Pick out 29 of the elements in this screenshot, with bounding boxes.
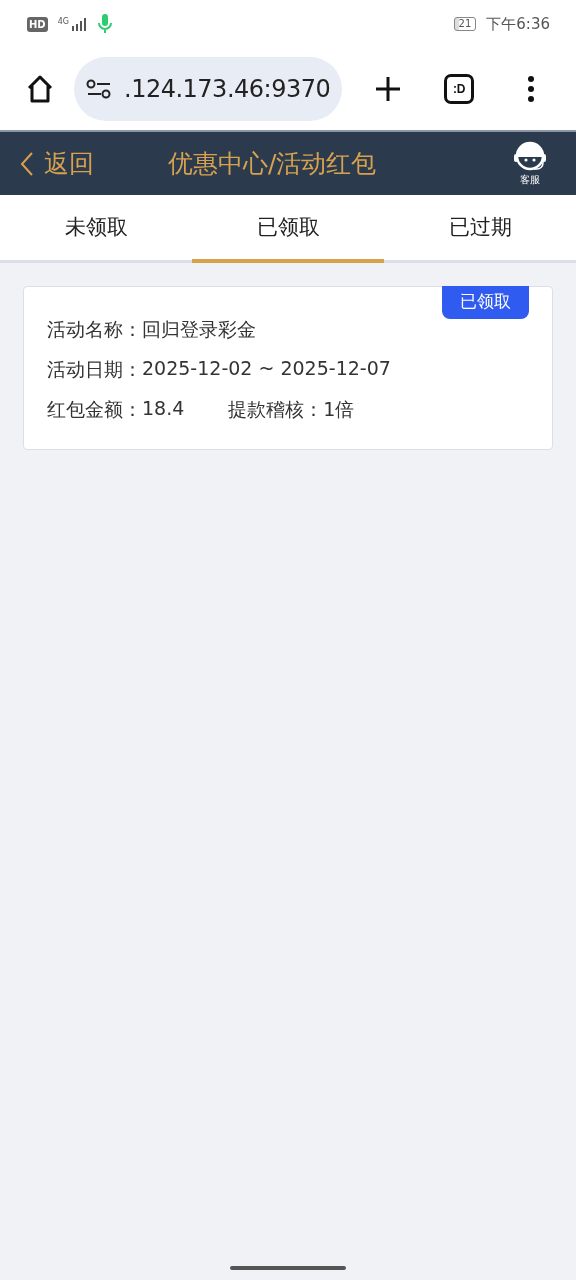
battery-indicator: 21: [453, 17, 477, 31]
field-label: 活动名称：: [47, 317, 142, 342]
tab-switcher-button[interactable]: :D: [444, 74, 475, 104]
field-label: 活动日期：: [47, 357, 142, 382]
home-icon: [25, 74, 55, 104]
field-label: 提款稽核：: [228, 397, 324, 422]
field-value: 1倍: [323, 397, 355, 422]
field-value: 18.4: [142, 397, 185, 421]
headset-agent-icon: [512, 140, 548, 173]
clock: 下午6:36: [486, 14, 550, 34]
page-title: 优惠中心/活动红包: [168, 148, 377, 180]
tab[interactable]: 已过期: [384, 195, 576, 263]
field-label: 红包金额：: [47, 397, 142, 422]
tune-icon: [86, 79, 112, 99]
support-button[interactable]: 客服: [512, 140, 548, 187]
tab[interactable]: 已领取: [192, 195, 384, 263]
status-badge: 已领取: [442, 286, 529, 319]
chevron-left-icon: [20, 150, 34, 177]
hd-badge: HD: [27, 16, 48, 32]
back-button[interactable]: 返回: [20, 147, 168, 180]
address-field[interactable]: .124.173.46:9370: [74, 57, 343, 121]
signal-icon: [69, 17, 88, 31]
tab[interactable]: 未领取: [0, 195, 192, 263]
network-label: 4G: [57, 17, 69, 26]
more-vertical-icon: [527, 75, 536, 103]
microphone-icon: [97, 14, 112, 34]
plus-icon: [374, 75, 403, 103]
field-value: 回归登录彩金: [142, 317, 256, 342]
field-value: 2025-12-02 ~ 2025-12-07: [142, 357, 391, 381]
